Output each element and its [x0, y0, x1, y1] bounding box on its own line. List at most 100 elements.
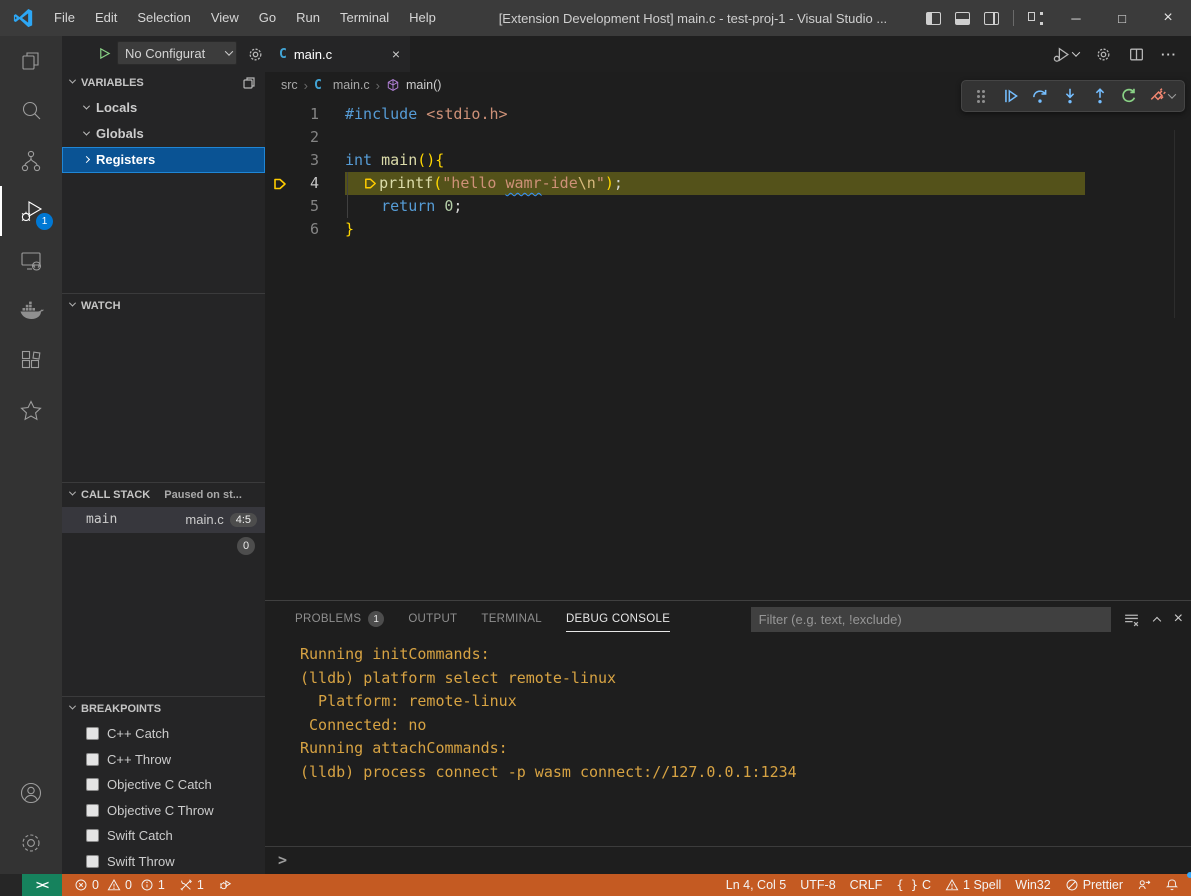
step-out-button[interactable]: [1087, 83, 1113, 109]
breakpoints-header[interactable]: BREAKPOINTS: [62, 697, 265, 721]
editor-scrollbar[interactable]: [1174, 130, 1175, 318]
tab-terminal[interactable]: TERMINAL: [481, 601, 542, 637]
call-stack-header[interactable]: CALL STACK Paused on st...: [62, 483, 265, 507]
variables-item-globals[interactable]: Globals: [62, 121, 265, 147]
settings-button[interactable]: [0, 818, 62, 868]
variables-section: VARIABLES Locals Globals Registers: [62, 71, 265, 293]
variables-item-locals[interactable]: Locals: [62, 95, 265, 121]
toggle-sidebar-icon[interactable]: [926, 12, 941, 25]
watch-header[interactable]: WATCH: [62, 294, 265, 318]
restart-button[interactable]: [1117, 83, 1143, 109]
toolbar-drag-handle[interactable]: [968, 83, 994, 109]
sidebar-item-explorer[interactable]: [0, 36, 62, 86]
variables-item-registers[interactable]: Registers: [62, 147, 265, 173]
tools-status[interactable]: 1: [172, 874, 211, 896]
checkbox[interactable]: [86, 804, 99, 817]
globals-label: Globals: [96, 126, 144, 141]
code-editor[interactable]: 1 #include <stdio.h> 2 3 int main(){ 4 p…: [265, 98, 1191, 600]
split-editor-icon[interactable]: [1128, 46, 1145, 63]
configure-gear-icon[interactable]: [247, 46, 264, 63]
sidebar-item-remote-explorer[interactable]: [0, 236, 62, 286]
menu-view[interactable]: View: [201, 0, 249, 36]
stack-frame-row[interactable]: main main.c 4:5: [62, 507, 265, 533]
spell-status[interactable]: 1 Spell: [938, 874, 1008, 896]
menu-run[interactable]: Run: [286, 0, 330, 36]
debug-status[interactable]: [211, 874, 239, 896]
toggle-panel-icon[interactable]: [955, 12, 970, 25]
session-row[interactable]: 0: [62, 533, 265, 559]
tab-main-c[interactable]: C main.c ×: [265, 36, 410, 72]
maximize-panel-icon[interactable]: [1152, 616, 1160, 624]
sidebar-item-search[interactable]: [0, 86, 62, 136]
debug-console-input[interactable]: >: [265, 846, 1191, 872]
encoding-status[interactable]: UTF-8: [793, 874, 842, 896]
sidebar-item-favorites[interactable]: [0, 386, 62, 436]
tab-debug-console[interactable]: DEBUG CONSOLE: [566, 601, 670, 637]
breadcrumb-folder[interactable]: src: [281, 78, 298, 92]
tab-output[interactable]: OUTPUT: [408, 601, 457, 637]
menu-help[interactable]: Help: [399, 0, 446, 36]
breadcrumb-file[interactable]: main.c: [333, 78, 370, 92]
checkbox[interactable]: [86, 855, 99, 868]
account-button[interactable]: [0, 768, 62, 818]
platform-status[interactable]: Win32: [1008, 874, 1057, 896]
breakpoint-swift-throw[interactable]: Swift Throw: [62, 848, 265, 874]
customize-layout-icon[interactable]: [1028, 12, 1043, 25]
checkbox[interactable]: [86, 753, 99, 766]
debug-config-label: No Configurat: [125, 46, 226, 61]
formatter-status[interactable]: Prettier: [1058, 874, 1130, 896]
menu-file[interactable]: File: [44, 0, 85, 36]
continue-button[interactable]: [998, 83, 1024, 109]
breakpoint-objc-catch[interactable]: Objective C Catch: [62, 772, 265, 798]
token: #include: [345, 103, 417, 126]
notifications-button[interactable]: [1158, 874, 1191, 896]
sidebar-item-run-debug[interactable]: 1: [0, 186, 62, 236]
breakpoint-cpp-catch[interactable]: C++ Catch: [62, 721, 265, 747]
gear-icon: [18, 830, 44, 856]
start-debug-icon[interactable]: [98, 47, 111, 60]
step-into-button[interactable]: [1057, 83, 1083, 109]
token: <stdio.h>: [426, 103, 507, 126]
clear-console-icon[interactable]: [1123, 611, 1140, 628]
minimize-button[interactable]: ─: [1053, 0, 1099, 36]
checkbox[interactable]: [86, 727, 99, 740]
remote-indicator[interactable]: ><: [22, 874, 62, 896]
maximize-button[interactable]: □: [1099, 0, 1145, 36]
close-icon[interactable]: ×: [392, 46, 400, 62]
breakpoint-cpp-throw[interactable]: C++ Throw: [62, 746, 265, 772]
close-button[interactable]: ×: [1145, 0, 1191, 36]
sidebar-item-source-control[interactable]: [0, 136, 62, 186]
debug-badge: 1: [36, 213, 53, 230]
gear-icon[interactable]: [1095, 46, 1112, 63]
step-over-button[interactable]: [1027, 83, 1053, 109]
feedback-button[interactable]: [1130, 874, 1158, 896]
close-panel-icon[interactable]: ×: [1174, 610, 1183, 628]
window-controls: ─ □ ×: [1053, 0, 1191, 36]
debug-config-dropdown[interactable]: No Configurat: [117, 41, 237, 65]
problems-status[interactable]: 0 0 1: [62, 874, 172, 896]
code-line-4-current: 4 printf("hello wamr-ide\n");: [265, 172, 1191, 195]
console-filter-input[interactable]: [751, 607, 1111, 632]
menu-edit[interactable]: Edit: [85, 0, 127, 36]
copy-icon[interactable]: [241, 75, 257, 91]
menu-selection[interactable]: Selection: [127, 0, 200, 36]
variables-header[interactable]: VARIABLES: [62, 71, 265, 95]
more-actions-icon[interactable]: ···: [1161, 47, 1177, 62]
checkbox[interactable]: [86, 829, 99, 842]
breakpoint-objc-throw[interactable]: Objective C Throw: [62, 797, 265, 823]
menu-terminal[interactable]: Terminal: [330, 0, 399, 36]
sidebar-item-extensions[interactable]: [0, 336, 62, 386]
menu-go[interactable]: Go: [249, 0, 286, 36]
breadcrumb-symbol[interactable]: main(): [406, 78, 441, 92]
toggle-secondary-sidebar-icon[interactable]: [984, 12, 999, 25]
run-or-debug-button[interactable]: [1053, 46, 1079, 63]
tab-problems[interactable]: PROBLEMS 1: [295, 601, 384, 637]
checkbox[interactable]: [86, 778, 99, 791]
cursor-position[interactable]: Ln 4, Col 5: [719, 874, 793, 896]
language-mode[interactable]: { } C: [889, 874, 938, 896]
disconnect-button[interactable]: [1146, 83, 1178, 109]
step-out-icon: [1091, 87, 1109, 105]
eol-status[interactable]: CRLF: [843, 874, 890, 896]
sidebar-item-docker[interactable]: [0, 286, 62, 336]
breakpoint-swift-catch[interactable]: Swift Catch: [62, 823, 265, 849]
